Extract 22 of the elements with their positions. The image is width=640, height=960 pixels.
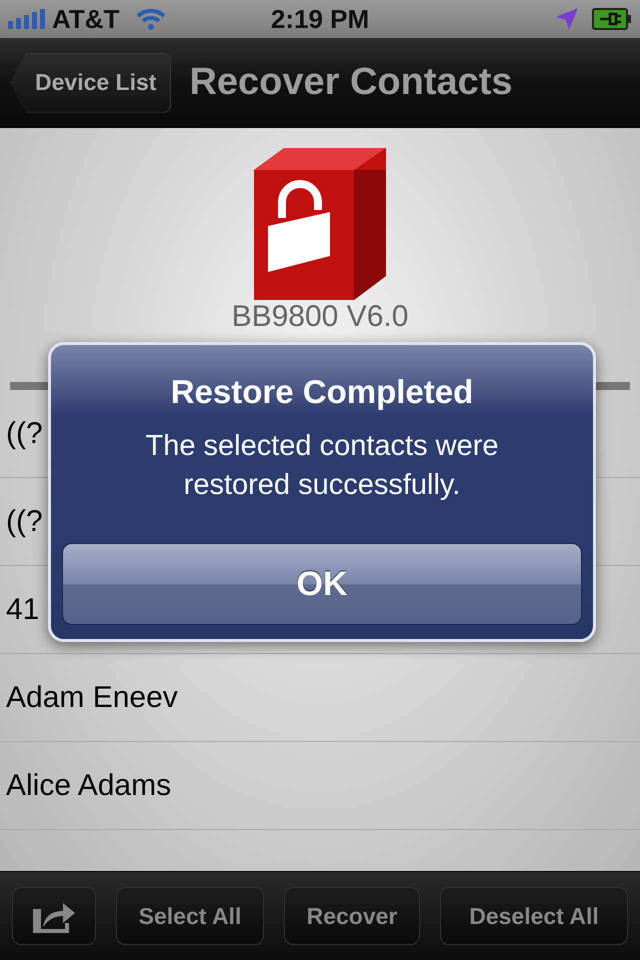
carrier-name: AT&T [52, 4, 120, 34]
device-name: BB9800 V6.0 [232, 300, 408, 335]
wifi-icon [135, 7, 168, 31]
share-button[interactable] [12, 887, 96, 945]
contact-name[interactable]: Alice Adams [6, 768, 172, 802]
signal-icon [8, 9, 46, 29]
screen-title: Recover Contacts [189, 61, 513, 104]
contact-name[interactable]: ((? [6, 416, 43, 450]
contact-name[interactable]: ((? [6, 504, 43, 538]
battery-charging-icon [592, 8, 632, 30]
ok-button[interactable]: OK [62, 543, 582, 625]
deselect-all-button[interactable]: Deselect All [440, 887, 628, 945]
alert-message: The selected contacts were restored successfully. [144, 429, 500, 503]
select-all-button[interactable]: Select All [116, 887, 264, 945]
contact-name[interactable]: 41 [6, 592, 40, 626]
padlock-cube-icon [254, 148, 386, 300]
back-button[interactable]: Device List [10, 52, 172, 112]
alert-title: Restore Completed [170, 373, 474, 411]
contact-name[interactable]: Adam Eneev [6, 680, 178, 714]
location-arrow-icon [556, 8, 578, 30]
recover-button[interactable]: Recover [284, 887, 420, 945]
status-time: 2:19 PM [270, 4, 370, 34]
